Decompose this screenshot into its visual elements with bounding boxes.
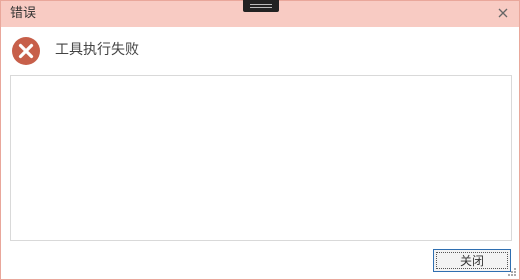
drag-handle[interactable] xyxy=(243,0,279,12)
grip-line-2 xyxy=(250,7,272,8)
error-icon xyxy=(12,37,40,65)
error-message: 工具执行失败 xyxy=(55,42,139,58)
details-textarea[interactable] xyxy=(10,75,512,241)
grip-line-1 xyxy=(250,4,272,5)
close-icon[interactable] xyxy=(495,5,511,21)
close-button[interactable]: 关闭 xyxy=(433,249,511,272)
error-dialog: 错误 工具执行失败 关闭 xyxy=(0,0,520,280)
resize-grip-icon[interactable] xyxy=(507,267,517,277)
title-bar[interactable]: 错误 xyxy=(1,0,519,27)
window-title: 错误 xyxy=(10,6,37,21)
